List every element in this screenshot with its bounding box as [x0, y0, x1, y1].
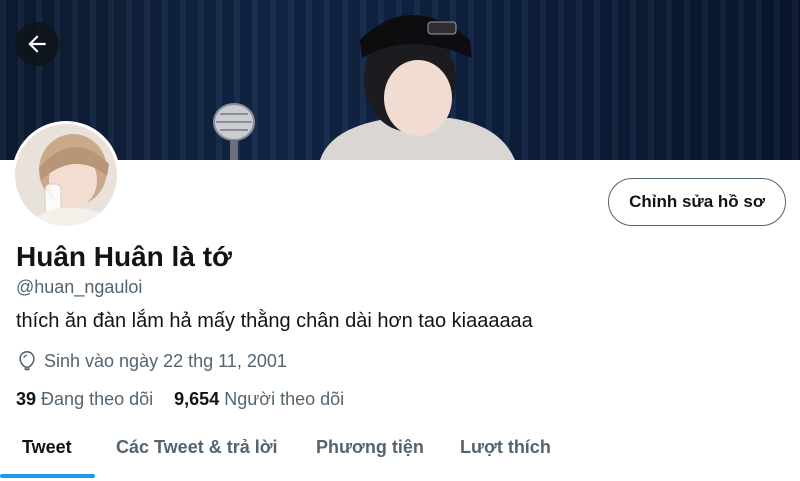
tab-likes[interactable]: Lượt thích [460, 420, 551, 478]
banner-photo [320, 15, 515, 160]
banner-microphone [213, 103, 255, 160]
birthday-info: Sinh vào ngày 22 thg 11, 2001 [16, 350, 287, 372]
followers-count: 9,654 [174, 389, 220, 409]
arrow-left-icon [28, 35, 46, 53]
profile-handle: @huan_ngauloi [16, 277, 143, 297]
avatar-image [15, 124, 117, 226]
profile-tabs: Tweet Các Tweet & trả lời Phương tiện Lư… [0, 420, 800, 481]
followers-link[interactable]: 9,654 Người theo dõi [174, 389, 344, 409]
following-link[interactable]: 39 Đang theo dõi [16, 389, 158, 409]
tab-tweets-and-replies[interactable]: Các Tweet & trả lời [116, 420, 278, 478]
balloon-icon [16, 350, 38, 372]
birthday-text: Sinh vào ngày 22 thg 11, 2001 [44, 350, 287, 371]
tab-tweets[interactable]: Tweet [22, 420, 72, 478]
tab-media[interactable]: Phương tiện [316, 420, 424, 478]
follow-stats: 39 Đang theo dõi 9,654 Người theo dõi [16, 389, 360, 410]
profile-bio: thích ăn đàn lắm hả mấy thằng chân dài h… [16, 310, 533, 332]
following-label: Đang theo dõi [41, 389, 154, 409]
profile-display-name: Huân Huân là tớ [16, 241, 232, 272]
edit-profile-button[interactable]: Chỉnh sửa hồ sơ [608, 178, 786, 226]
avatar[interactable] [12, 121, 120, 229]
back-button[interactable] [15, 22, 59, 66]
profile-banner[interactable] [0, 0, 800, 160]
active-tab-indicator [0, 474, 95, 478]
followers-label: Người theo dõi [224, 389, 345, 409]
following-count: 39 [16, 389, 37, 409]
